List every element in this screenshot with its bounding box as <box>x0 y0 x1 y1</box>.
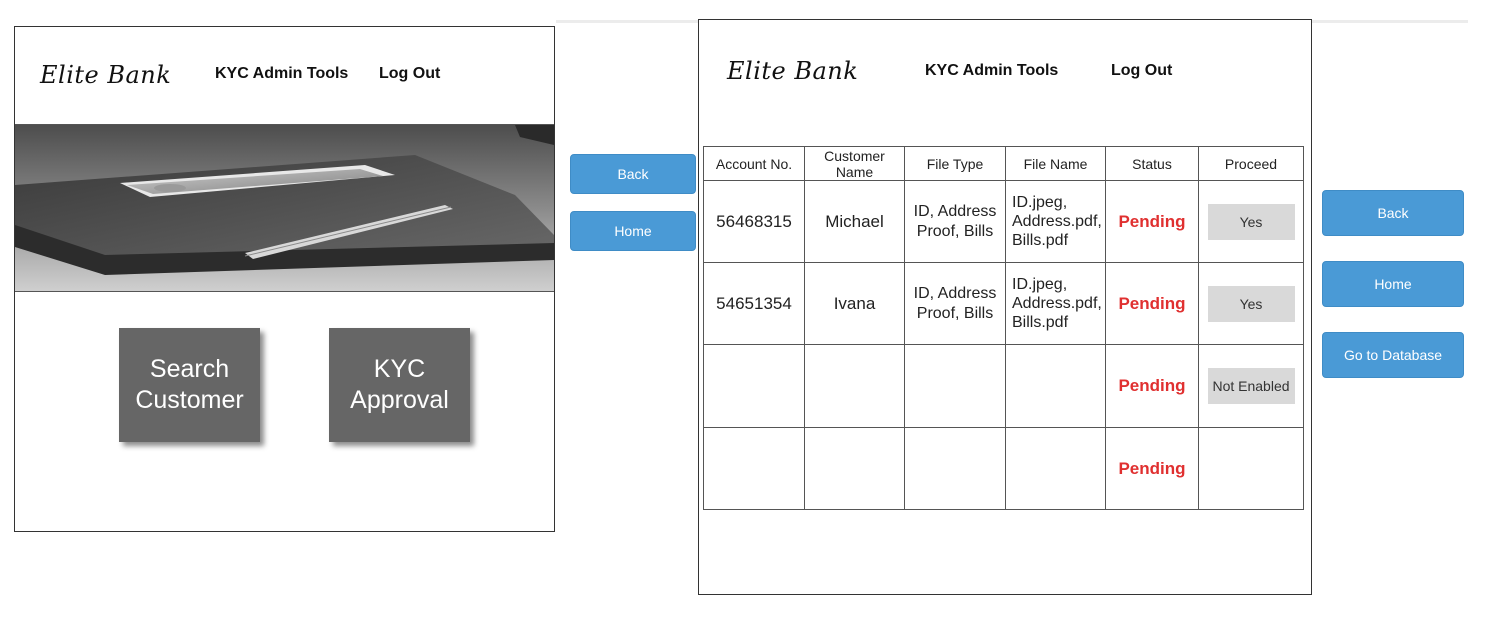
bank-logo: Elite Bank <box>727 57 859 85</box>
kyc-approval-screen: Elite Bank KYC Admin Tools Log Out Accou… <box>698 19 1312 595</box>
back-button[interactable]: Back <box>1322 190 1464 236</box>
customer-name-cell: Ivana <box>804 262 905 345</box>
customer-name-cell: Michael <box>804 180 905 263</box>
account-cell: 56468315 <box>703 180 805 263</box>
status-badge: Pending <box>1118 211 1186 231</box>
tablet-pen-image <box>15 125 554 291</box>
account-cell: 54651354 <box>703 262 805 345</box>
status-cell: Pending <box>1105 180 1199 263</box>
admin-home-screen: Elite Bank KYC Admin Tools Log Out Searc… <box>14 26 555 532</box>
proceed-cell: Yes <box>1198 262 1304 345</box>
file-name-cell <box>1005 344 1106 428</box>
back-button[interactable]: Back <box>570 154 696 194</box>
file-name-cell: ID.jpeg, Address.pdf, Bills.pdf <box>1005 180 1106 263</box>
status-badge: Pending <box>1118 293 1186 313</box>
account-cell <box>703 427 805 510</box>
nav-kyc-admin-tools[interactable]: KYC Admin Tools <box>925 62 1058 80</box>
customer-name-cell <box>804 344 905 428</box>
status-cell: Pending <box>1105 427 1199 510</box>
account-cell <box>703 344 805 428</box>
file-type-cell <box>904 427 1006 510</box>
table-row: 54651354 Ivana ID, Address Proof, Bills … <box>703 262 1304 345</box>
table-row: Pending <box>703 427 1304 510</box>
status-cell: Pending <box>1105 344 1199 428</box>
proceed-cell <box>1198 427 1304 510</box>
col-header-file-name: File Name <box>1005 146 1106 181</box>
proceed-cell: Yes <box>1198 180 1304 263</box>
home-button[interactable]: Home <box>1322 261 1464 307</box>
bank-logo: Elite Bank <box>40 61 172 89</box>
table-row: Pending Not Enabled <box>703 344 1304 428</box>
col-header-file-type: File Type <box>904 146 1006 181</box>
col-header-account: Account No. <box>703 146 805 181</box>
status-cell: Pending <box>1105 262 1199 345</box>
kyc-table: Account No. Customer Name File Type File… <box>703 146 1304 510</box>
table-row: 56468315 Michael ID, Address Proof, Bill… <box>703 180 1304 263</box>
proceed-cell: Not Enabled <box>1198 344 1304 428</box>
table-header-row: Account No. Customer Name File Type File… <box>703 146 1304 181</box>
file-name-cell <box>1005 427 1106 510</box>
nav-kyc-admin-tools[interactable]: KYC Admin Tools <box>215 65 348 83</box>
file-name-cell: ID.jpeg, Address.pdf, Bills.pdf <box>1005 262 1106 345</box>
proceed-button[interactable]: Yes <box>1207 285 1295 322</box>
col-header-proceed: Proceed <box>1198 146 1304 181</box>
proceed-button[interactable]: Yes <box>1207 203 1295 240</box>
nav-logout[interactable]: Log Out <box>379 65 440 83</box>
status-badge: Pending <box>1118 458 1186 478</box>
file-type-cell: ID, Address Proof, Bills <box>904 180 1006 263</box>
customer-name-cell <box>804 427 905 510</box>
kyc-approval-tile[interactable]: KYC Approval <box>329 328 470 442</box>
col-header-customer-name: Customer Name <box>804 146 905 181</box>
nav-logout[interactable]: Log Out <box>1111 62 1172 80</box>
home-button[interactable]: Home <box>570 211 696 251</box>
go-to-database-button[interactable]: Go to Database <box>1322 332 1464 378</box>
file-type-cell <box>904 344 1006 428</box>
col-header-status: Status <box>1105 146 1199 181</box>
search-customer-tile[interactable]: Search Customer <box>119 328 260 442</box>
status-badge: Pending <box>1118 376 1186 395</box>
file-type-cell: ID, Address Proof, Bills <box>904 262 1006 345</box>
proceed-disabled-label: Not Enabled <box>1207 368 1295 404</box>
hero-image <box>15 124 554 292</box>
